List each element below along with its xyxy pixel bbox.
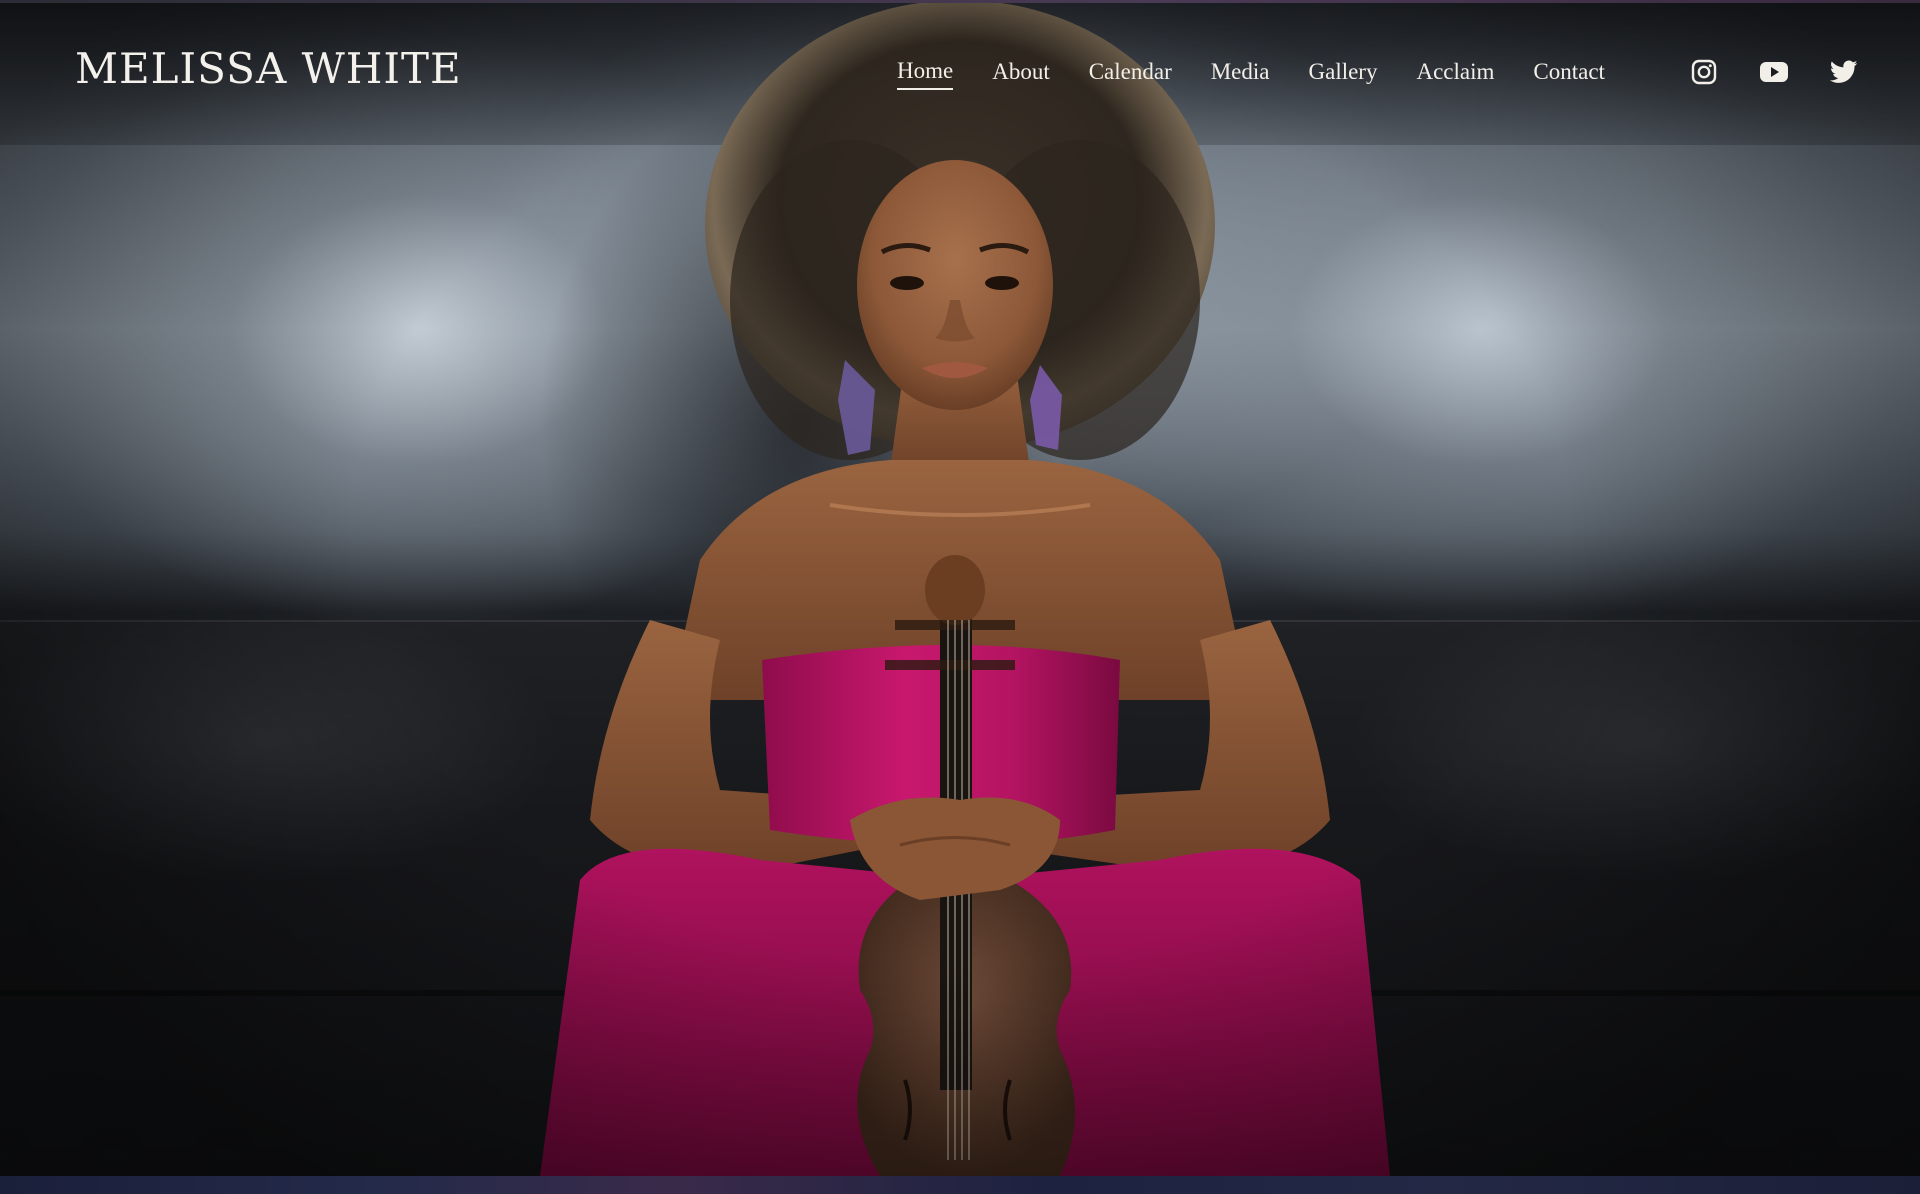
- nav-item-about[interactable]: About: [992, 59, 1050, 89]
- site-header: MELISSA WHITE Home About Calendar Media …: [0, 0, 1920, 150]
- nav-item-media[interactable]: Media: [1211, 59, 1270, 89]
- portrait-figure: [540, 0, 1390, 1176]
- youtube-icon: [1760, 62, 1788, 82]
- hero-image: [0, 0, 1920, 1176]
- twitter-link[interactable]: [1830, 58, 1858, 86]
- instagram-icon: [1691, 59, 1717, 85]
- site-title-link[interactable]: MELISSA WHITE: [75, 44, 462, 93]
- bottom-strip: [0, 1176, 1920, 1194]
- main-nav: Home About Calendar Media Gallery Acclai…: [897, 58, 1644, 90]
- nav-item-acclaim[interactable]: Acclaim: [1416, 59, 1494, 89]
- nav-item-contact[interactable]: Contact: [1533, 59, 1605, 89]
- page: MELISSA WHITE Home About Calendar Media …: [0, 0, 1920, 1194]
- twitter-icon: [1830, 60, 1858, 83]
- nav-item-gallery[interactable]: Gallery: [1309, 59, 1378, 89]
- nav-item-home[interactable]: Home: [897, 58, 954, 90]
- instagram-link[interactable]: [1690, 58, 1718, 86]
- youtube-link[interactable]: [1760, 58, 1788, 86]
- nav-item-calendar[interactable]: Calendar: [1089, 59, 1172, 89]
- social-links: [1690, 58, 1858, 86]
